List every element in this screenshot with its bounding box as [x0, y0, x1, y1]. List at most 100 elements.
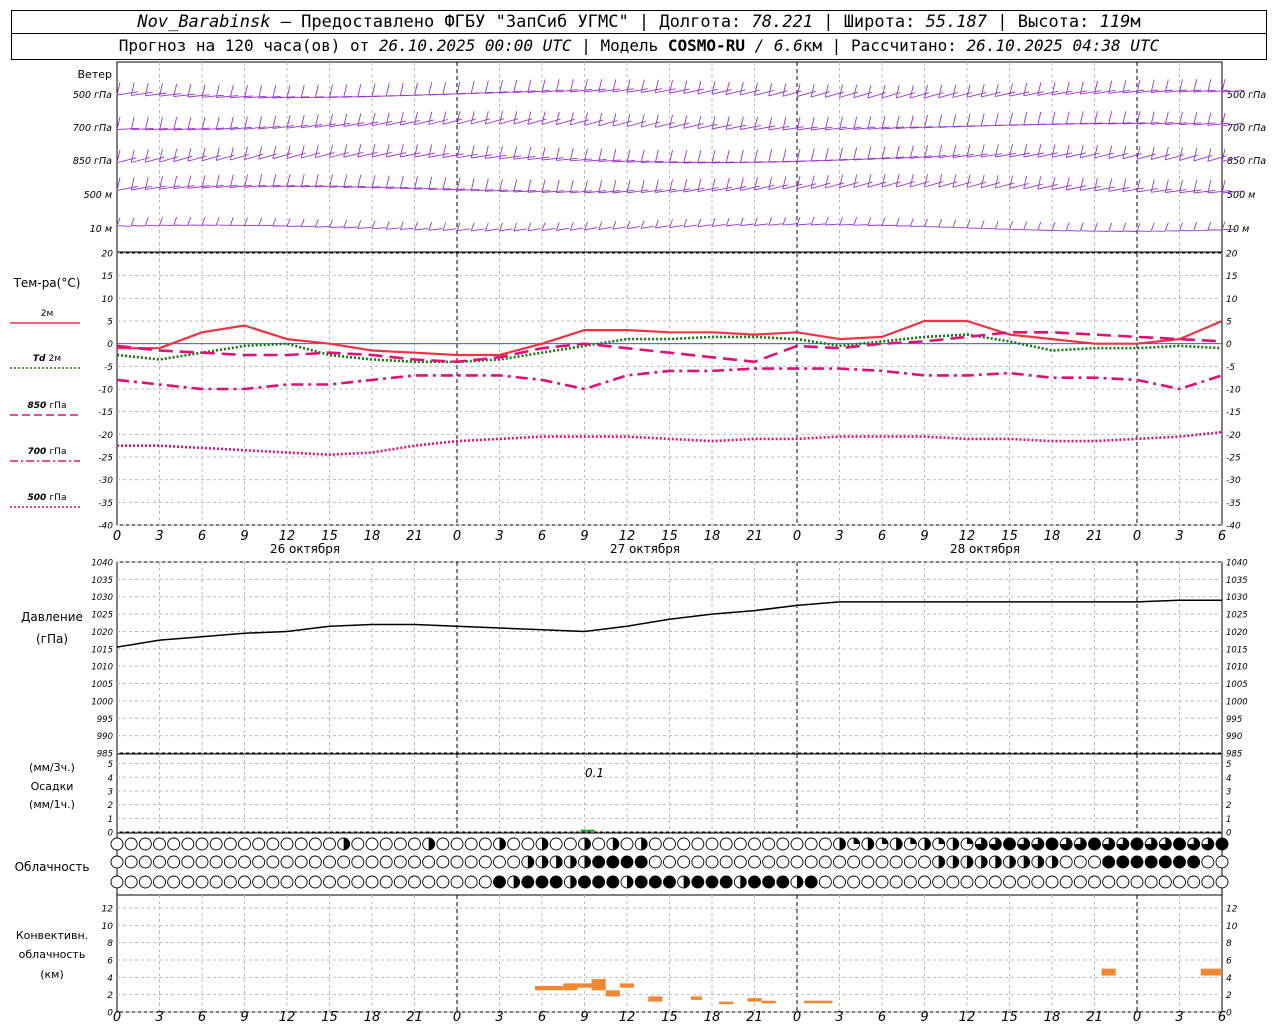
- legend-text: 2м: [41, 309, 54, 319]
- cloud-fill-part: [867, 838, 874, 851]
- hour-labels-bottom: 0 3 6 9 12 15 18 21 0 3 6 9 12 15 18 21 0 3 6 9 12 15 18 21 0 3 6: [113, 1010, 1226, 1024]
- cloud-fill-full: [1159, 856, 1172, 868]
- cloud-cover-circles: [110, 837, 1229, 889]
- cloud-circle: [648, 837, 662, 851]
- wind-barb: [739, 116, 761, 130]
- hour-label: 9: [240, 529, 248, 544]
- y-tick-right: 1010: [1226, 663, 1248, 673]
- cloud-circle: [238, 855, 251, 869]
- wind-barb: [1150, 222, 1166, 232]
- cloud-circle: [436, 855, 450, 869]
- cloud-circle: [450, 855, 464, 869]
- conv-bar: [591, 979, 606, 991]
- y-tick-left: 1020: [91, 628, 113, 638]
- cloud-circle: [818, 855, 832, 869]
- wind-barb: [399, 221, 414, 231]
- wind-barb: [187, 216, 202, 226]
- y-tick-right: 1005: [1226, 680, 1248, 690]
- cloud-fill-part: [882, 838, 888, 844]
- cloud-circle: [705, 837, 719, 851]
- wind-barb: [272, 217, 287, 227]
- cloud-circle: [464, 875, 478, 889]
- cloud-circle: [266, 837, 280, 851]
- y-tick-left: 6: [107, 957, 113, 967]
- wind-barb: [399, 82, 423, 97]
- wind-barb: [867, 146, 890, 161]
- y-tick-left: 20: [102, 250, 114, 260]
- cloud-circle: [875, 855, 889, 869]
- cloud-circle: [691, 855, 705, 869]
- y-tick-left: 2: [108, 801, 113, 811]
- wind-barb: [881, 146, 904, 160]
- cloud-circle: [195, 855, 209, 869]
- y-tick-right: 1015: [1226, 645, 1248, 655]
- wind-barb: [1079, 222, 1095, 232]
- wind-barb: [456, 144, 478, 159]
- cloud-fill-full: [762, 876, 775, 888]
- wind-barb: [739, 149, 763, 164]
- hour-label: 9: [920, 529, 928, 544]
- hour-label: 0: [113, 1010, 121, 1024]
- y-tick-right: 0: [1226, 1009, 1232, 1019]
- panel-frame-wind: [116, 61, 1223, 253]
- conv-bar: [761, 1000, 776, 1004]
- cloud-circle: [393, 837, 407, 851]
- cloud-circle: [138, 875, 152, 889]
- hour-label: 18: [1044, 1010, 1061, 1024]
- wind-barb: [697, 218, 712, 228]
- hour-label: 3: [495, 1010, 503, 1024]
- cloud-circle: [408, 875, 421, 889]
- wind-barb: [442, 111, 463, 125]
- conv-bar: [719, 1001, 734, 1005]
- legend-text: 2м: [49, 354, 62, 364]
- hour-label: 6: [198, 1010, 206, 1024]
- cloud-fill-part: [995, 856, 1002, 869]
- legend-label: 700 гПа: [28, 447, 67, 457]
- hour-label: 6: [878, 1010, 886, 1024]
- cloud-circle: [153, 837, 166, 851]
- y-tick-right: 6: [1226, 957, 1232, 967]
- wind-barb: [711, 150, 735, 164]
- cloud-circle: [365, 855, 379, 869]
- wind-barb: [130, 82, 153, 96]
- wind-barb: [371, 83, 395, 98]
- wind-barb: [428, 144, 450, 158]
- wind-barbs: [116, 79, 1245, 232]
- wind-barb: [470, 145, 493, 159]
- cloud-fill-full: [1116, 856, 1129, 868]
- wind-level-label: 700 гПа: [73, 123, 112, 134]
- wind-barb: [598, 79, 620, 93]
- conv-bar: [804, 1000, 833, 1004]
- wind-barb: [442, 81, 466, 96]
- cloud-circle: [733, 837, 747, 851]
- cloud-fill-full: [1003, 838, 1016, 850]
- wind-barb: [966, 219, 982, 229]
- cloud-circle: [138, 855, 152, 869]
- wind-barb: [300, 174, 324, 188]
- wind-barb: [442, 222, 457, 231]
- y-tick-right: 2: [1226, 801, 1231, 811]
- wind-barb: [229, 217, 245, 226]
- hour-label: 21: [1086, 1010, 1103, 1024]
- cloud-fill-part: [1037, 856, 1044, 869]
- cloud-circle: [323, 837, 336, 851]
- wind-barb: [782, 216, 797, 226]
- pressure-unit: (гПа): [36, 632, 68, 646]
- wind-barb: [1051, 222, 1066, 232]
- cloud-circle: [1017, 875, 1031, 889]
- wind-barb: [343, 113, 365, 128]
- wind-barb: [1094, 80, 1116, 95]
- hour-label: 9: [920, 1010, 928, 1024]
- wind-barb: [329, 174, 352, 188]
- wind-barb: [116, 217, 131, 227]
- y-tick-left: 990: [97, 732, 113, 742]
- wind-barb: [343, 174, 366, 188]
- date-label: 27 октября: [610, 542, 680, 556]
- wind-barb: [286, 174, 310, 188]
- hour-label: 0: [793, 529, 801, 544]
- cloud-circle: [167, 855, 181, 869]
- wind-barb: [286, 85, 310, 99]
- cloud-fill-full: [1145, 856, 1158, 868]
- cloud-fill-full: [493, 876, 506, 888]
- wind-barb: [725, 149, 749, 164]
